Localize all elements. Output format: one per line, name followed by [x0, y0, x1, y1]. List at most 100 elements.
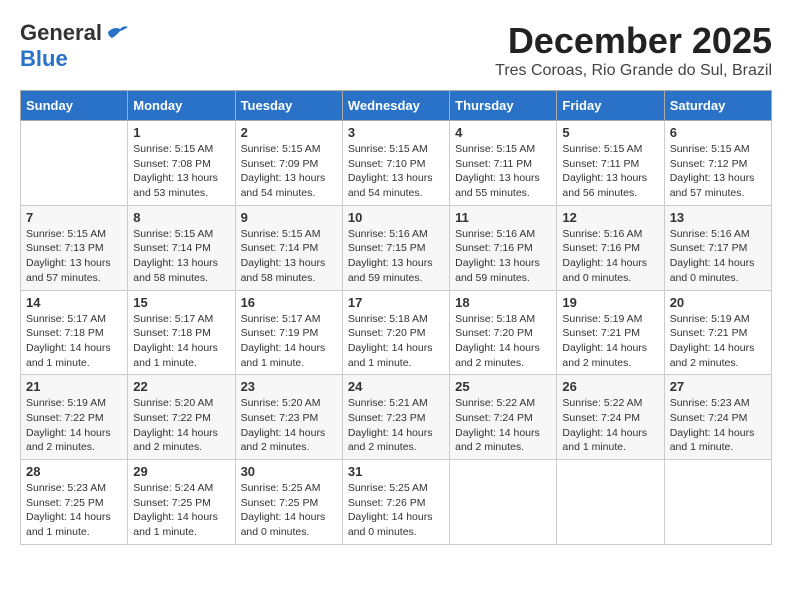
calendar-cell: 6 Sunrise: 5:15 AM Sunset: 7:12 PM Daylig… [664, 121, 771, 206]
calendar-cell: 28 Sunrise: 5:23 AM Sunset: 7:25 PM Dayli… [21, 460, 128, 545]
day-info: Sunrise: 5:18 AM Sunset: 7:20 PM Dayligh… [348, 312, 444, 371]
day-info: Sunrise: 5:19 AM Sunset: 7:21 PM Dayligh… [670, 312, 766, 371]
calendar-week-row: 7 Sunrise: 5:15 AM Sunset: 7:13 PM Daylig… [21, 205, 772, 290]
day-info: Sunrise: 5:25 AM Sunset: 7:26 PM Dayligh… [348, 481, 444, 540]
day-info: Sunrise: 5:25 AM Sunset: 7:25 PM Dayligh… [241, 481, 337, 540]
day-number: 27 [670, 379, 766, 394]
calendar-week-row: 28 Sunrise: 5:23 AM Sunset: 7:25 PM Dayli… [21, 460, 772, 545]
weekday-header-sunday: Sunday [21, 91, 128, 121]
calendar-cell: 25Sunrise: 5:22 AM Sunset: 7:24 PM Dayli… [450, 375, 557, 460]
calendar-cell: 8 Sunrise: 5:15 AM Sunset: 7:14 PM Daylig… [128, 205, 235, 290]
day-number: 29 [133, 464, 229, 479]
day-info: Sunrise: 5:15 AM Sunset: 7:11 PM Dayligh… [455, 142, 551, 201]
calendar-cell: 20 Sunrise: 5:19 AM Sunset: 7:21 PM Dayli… [664, 290, 771, 375]
day-info: Sunrise: 5:24 AM Sunset: 7:25 PM Dayligh… [133, 481, 229, 540]
day-info: Sunrise: 5:20 AM Sunset: 7:23 PM Dayligh… [241, 396, 337, 455]
day-number: 18 [455, 295, 551, 310]
calendar-week-row: 1 Sunrise: 5:15 AM Sunset: 7:08 PM Daylig… [21, 121, 772, 206]
day-number: 2 [241, 125, 337, 140]
day-number: 23 [241, 379, 337, 394]
title-area: December 2025 Tres Coroas, Rio Grande do… [495, 20, 772, 80]
day-info: Sunrise: 5:16 AM Sunset: 7:17 PM Dayligh… [670, 227, 766, 286]
day-number: 7 [26, 210, 122, 225]
day-info: Sunrise: 5:17 AM Sunset: 7:18 PM Dayligh… [26, 312, 122, 371]
calendar-cell: 16Sunrise: 5:17 AM Sunset: 7:19 PM Dayli… [235, 290, 342, 375]
calendar-cell [450, 460, 557, 545]
calendar-cell: 19 Sunrise: 5:19 AM Sunset: 7:21 PM Dayli… [557, 290, 664, 375]
day-info: Sunrise: 5:15 AM Sunset: 7:13 PM Dayligh… [26, 227, 122, 286]
calendar-cell: 18 Sunrise: 5:18 AM Sunset: 7:20 PM Dayli… [450, 290, 557, 375]
day-number: 12 [562, 210, 658, 225]
day-number: 1 [133, 125, 229, 140]
calendar-cell: 17Sunrise: 5:18 AM Sunset: 7:20 PM Dayli… [342, 290, 449, 375]
logo: General Blue [20, 20, 128, 72]
calendar-cell: 5 Sunrise: 5:15 AM Sunset: 7:11 PM Daylig… [557, 121, 664, 206]
day-number: 8 [133, 210, 229, 225]
day-number: 15 [133, 295, 229, 310]
calendar-cell: 15 Sunrise: 5:17 AM Sunset: 7:18 PM Dayli… [128, 290, 235, 375]
day-info: Sunrise: 5:16 AM Sunset: 7:16 PM Dayligh… [562, 227, 658, 286]
calendar-cell: 30 Sunrise: 5:25 AM Sunset: 7:25 PM Dayli… [235, 460, 342, 545]
day-number: 3 [348, 125, 444, 140]
day-number: 13 [670, 210, 766, 225]
day-number: 24 [348, 379, 444, 394]
calendar-cell: 13 Sunrise: 5:16 AM Sunset: 7:17 PM Dayli… [664, 205, 771, 290]
day-info: Sunrise: 5:15 AM Sunset: 7:12 PM Dayligh… [670, 142, 766, 201]
day-info: Sunrise: 5:15 AM Sunset: 7:11 PM Dayligh… [562, 142, 658, 201]
day-info: Sunrise: 5:19 AM Sunset: 7:22 PM Dayligh… [26, 396, 122, 455]
weekday-header-wednesday: Wednesday [342, 91, 449, 121]
day-info: Sunrise: 5:18 AM Sunset: 7:20 PM Dayligh… [455, 312, 551, 371]
day-number: 19 [562, 295, 658, 310]
calendar-cell: 29 Sunrise: 5:24 AM Sunset: 7:25 PM Dayli… [128, 460, 235, 545]
day-number: 30 [241, 464, 337, 479]
weekday-header-friday: Friday [557, 91, 664, 121]
day-number: 21 [26, 379, 122, 394]
calendar-cell: 24Sunrise: 5:21 AM Sunset: 7:23 PM Dayli… [342, 375, 449, 460]
month-title: December 2025 [495, 20, 772, 62]
calendar-cell: 31 Sunrise: 5:25 AM Sunset: 7:26 PM Dayli… [342, 460, 449, 545]
day-number: 31 [348, 464, 444, 479]
logo-text-general: General [20, 20, 102, 46]
day-number: 4 [455, 125, 551, 140]
weekday-header-monday: Monday [128, 91, 235, 121]
calendar-cell: 1 Sunrise: 5:15 AM Sunset: 7:08 PM Daylig… [128, 121, 235, 206]
day-number: 10 [348, 210, 444, 225]
day-number: 28 [26, 464, 122, 479]
logo-text-blue: Blue [20, 46, 68, 72]
calendar-week-row: 14Sunrise: 5:17 AM Sunset: 7:18 PM Dayli… [21, 290, 772, 375]
day-info: Sunrise: 5:16 AM Sunset: 7:16 PM Dayligh… [455, 227, 551, 286]
calendar-cell: 22Sunrise: 5:20 AM Sunset: 7:22 PM Dayli… [128, 375, 235, 460]
day-info: Sunrise: 5:15 AM Sunset: 7:14 PM Dayligh… [133, 227, 229, 286]
day-info: Sunrise: 5:23 AM Sunset: 7:25 PM Dayligh… [26, 481, 122, 540]
calendar-cell: 12 Sunrise: 5:16 AM Sunset: 7:16 PM Dayli… [557, 205, 664, 290]
day-info: Sunrise: 5:22 AM Sunset: 7:24 PM Dayligh… [562, 396, 658, 455]
weekday-header-saturday: Saturday [664, 91, 771, 121]
calendar-table: SundayMondayTuesdayWednesdayThursdayFrid… [20, 90, 772, 545]
day-number: 6 [670, 125, 766, 140]
calendar-cell: 4 Sunrise: 5:15 AM Sunset: 7:11 PM Daylig… [450, 121, 557, 206]
day-number: 20 [670, 295, 766, 310]
day-info: Sunrise: 5:19 AM Sunset: 7:21 PM Dayligh… [562, 312, 658, 371]
calendar-cell: 23 Sunrise: 5:20 AM Sunset: 7:23 PM Dayli… [235, 375, 342, 460]
day-number: 11 [455, 210, 551, 225]
calendar-cell: 10Sunrise: 5:16 AM Sunset: 7:15 PM Dayli… [342, 205, 449, 290]
weekday-header-tuesday: Tuesday [235, 91, 342, 121]
calendar-cell [21, 121, 128, 206]
day-info: Sunrise: 5:17 AM Sunset: 7:18 PM Dayligh… [133, 312, 229, 371]
day-info: Sunrise: 5:15 AM Sunset: 7:09 PM Dayligh… [241, 142, 337, 201]
calendar-cell: 21 Sunrise: 5:19 AM Sunset: 7:22 PM Dayli… [21, 375, 128, 460]
calendar-week-row: 21 Sunrise: 5:19 AM Sunset: 7:22 PM Dayli… [21, 375, 772, 460]
calendar-cell [557, 460, 664, 545]
page-header: General Blue December 2025 Tres Coroas, … [20, 20, 772, 80]
weekday-header-thursday: Thursday [450, 91, 557, 121]
day-info: Sunrise: 5:15 AM Sunset: 7:08 PM Dayligh… [133, 142, 229, 201]
location-title: Tres Coroas, Rio Grande do Sul, Brazil [495, 62, 772, 80]
calendar-cell: 3Sunrise: 5:15 AM Sunset: 7:10 PM Daylig… [342, 121, 449, 206]
day-number: 25 [455, 379, 551, 394]
calendar-body: 1 Sunrise: 5:15 AM Sunset: 7:08 PM Daylig… [21, 121, 772, 545]
day-number: 5 [562, 125, 658, 140]
day-number: 16 [241, 295, 337, 310]
calendar-cell: 27Sunrise: 5:23 AM Sunset: 7:24 PM Dayli… [664, 375, 771, 460]
calendar-header: SundayMondayTuesdayWednesdayThursdayFrid… [21, 91, 772, 121]
calendar-cell: 2 Sunrise: 5:15 AM Sunset: 7:09 PM Daylig… [235, 121, 342, 206]
